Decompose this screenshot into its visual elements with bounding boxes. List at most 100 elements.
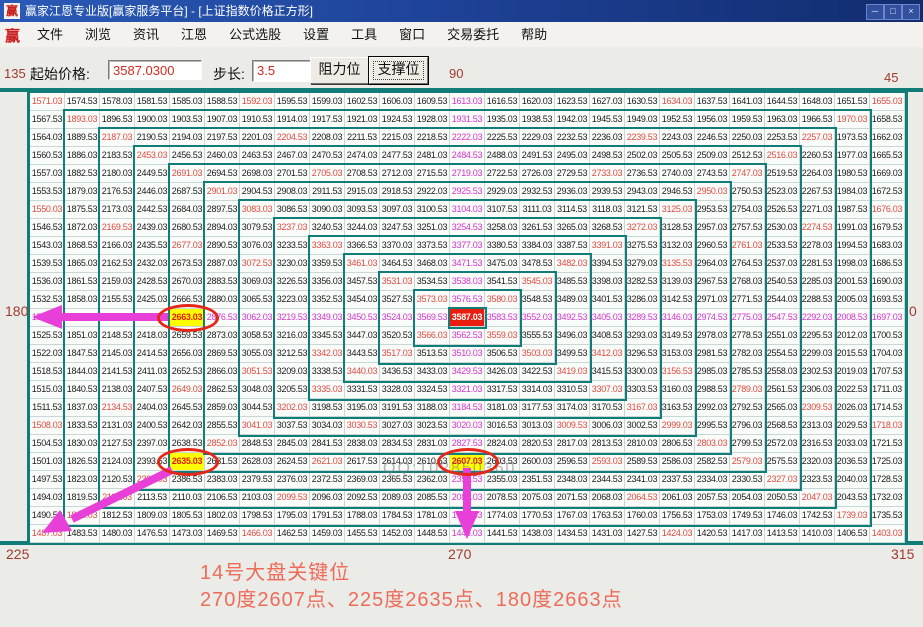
gann-cell: 3429.53: [450, 363, 485, 381]
gann-cell: 2257.03: [800, 129, 835, 147]
gann-cell: 1483.53: [65, 525, 100, 543]
menu-item-4[interactable]: 公式选股: [218, 22, 292, 47]
gann-cell: 2372.53: [310, 471, 345, 489]
gann-cell: 2446.03: [135, 183, 170, 201]
gann-cell: 1907.03: [205, 111, 240, 129]
gann-cell: 3293.03: [625, 327, 660, 345]
gann-cell: 1665.53: [870, 147, 905, 165]
gann-cell: 2509.03: [695, 147, 730, 165]
gann-cell: 2323.53: [800, 471, 835, 489]
gann-cell: 3461.03: [345, 255, 380, 273]
gann-cell: 3156.53: [660, 363, 695, 381]
gann-cell: 1564.03: [30, 129, 65, 147]
gann-cell: 1445.03: [450, 525, 485, 543]
step-value: 3.5: [257, 63, 275, 78]
gann-cell: 3226.53: [275, 273, 310, 291]
center-price-cell[interactable]: 3587.03: [450, 309, 485, 327]
gann-cell: 1616.53: [485, 93, 520, 111]
gann-cell: 2628.03: [240, 453, 275, 471]
gann-cell: 1861.53: [65, 273, 100, 291]
minimize-button[interactable]: ─: [866, 4, 884, 20]
gann-cell: 2411.03: [135, 363, 170, 381]
gann-cell: 2134.53: [100, 399, 135, 417]
gann-cell: 1886.03: [65, 147, 100, 165]
menu-item-5[interactable]: 设置: [292, 22, 340, 47]
gann-cell: 2771.53: [730, 291, 765, 309]
gann-cell: 3447.03: [345, 327, 380, 345]
menu-item-9[interactable]: 帮助: [510, 22, 558, 47]
gann-cell: 3412.03: [590, 345, 625, 363]
gann-cell: 1420.53: [695, 525, 730, 543]
gann-cell: 3405.03: [590, 309, 625, 327]
start-price-input[interactable]: [108, 60, 202, 80]
menu-item-0[interactable]: 文件: [26, 22, 74, 47]
gann-cell: 2582.53: [695, 453, 730, 471]
gann-cell: 3440.03: [345, 363, 380, 381]
app-window: 赢 赢家江恩专业版[赢家服务平台] - [上证指数价格正方形] ─ □ × 赢 …: [0, 0, 923, 627]
gann-cell: 2474.03: [345, 147, 380, 165]
gann-cell: 2421.53: [135, 309, 170, 327]
close-button[interactable]: ×: [902, 4, 920, 20]
gann-cell: 2050.53: [765, 489, 800, 507]
gann-cell: 1707.53: [870, 363, 905, 381]
gann-cell: 1634.03: [660, 93, 695, 111]
angle-label-180: 180: [5, 303, 28, 319]
gann-cell: 3111.03: [520, 201, 555, 219]
menu-item-8[interactable]: 交易委托: [436, 22, 510, 47]
gann-cell: 1746.03: [765, 507, 800, 525]
gann-cell: 3170.53: [590, 399, 625, 417]
gann-cell: 3552.03: [520, 309, 555, 327]
gann-cell: 1739.03: [835, 507, 870, 525]
gann-cell: 1532.53: [30, 291, 65, 309]
gann-cell: 2544.03: [765, 291, 800, 309]
gann-cell: 2708.53: [345, 165, 380, 183]
resistance-button[interactable]: 阻力位: [310, 57, 369, 84]
gann-cell: 3576.53: [450, 291, 485, 309]
gann-cell: 2600.03: [520, 453, 555, 471]
gann-cell: 3513.53: [415, 345, 450, 363]
menu-item-3[interactable]: 江恩: [170, 22, 218, 47]
gann-cell: 2390.03: [135, 471, 170, 489]
menu-item-7[interactable]: 窗口: [388, 22, 436, 47]
gann-cell: 2295.53: [800, 327, 835, 345]
key-level-cell[interactable]: 2663.03: [170, 309, 205, 327]
gann-cell: 2484.53: [450, 147, 485, 165]
gann-cell: 2369.03: [345, 471, 380, 489]
gann-cell: 1784.53: [380, 507, 415, 525]
menu-item-1[interactable]: 浏览: [74, 22, 122, 47]
gann-cell: 1767.03: [555, 507, 590, 525]
menu-item-2[interactable]: 资讯: [122, 22, 170, 47]
gann-cell: 1529.03: [30, 309, 65, 327]
gann-cell: 2946.53: [660, 183, 695, 201]
gann-cell: 2099.53: [275, 489, 310, 507]
gann-cell: 3342.03: [310, 345, 345, 363]
gann-cell: 1627.03: [590, 93, 625, 111]
gann-cell: 1455.53: [345, 525, 380, 543]
gann-cell: 3496.03: [555, 327, 590, 345]
gann-cell: 2404.03: [135, 399, 170, 417]
key-level-cell[interactable]: 2635.03: [170, 453, 205, 471]
key-level-cell[interactable]: 2607.03: [450, 453, 485, 471]
gann-cell: 1602.53: [345, 93, 380, 111]
gann-cell: 2477.53: [380, 147, 415, 165]
gann-cell: 3051.53: [240, 363, 275, 381]
maximize-button[interactable]: □: [884, 4, 902, 20]
gann-cell: 1686.53: [870, 255, 905, 273]
gann-cell: 3345.53: [310, 327, 345, 345]
gann-cell: 3366.53: [345, 237, 380, 255]
gann-cell: 2113.53: [135, 489, 170, 507]
gann-cell: 2232.53: [555, 129, 590, 147]
gann-cell: 2589.53: [625, 453, 660, 471]
gann-cell: 2512.53: [730, 147, 765, 165]
gann-cell: 2400.53: [135, 417, 170, 435]
gann-cell: 3464.53: [380, 255, 415, 273]
gann-cell: 2558.03: [765, 363, 800, 381]
gann-cell: 3209.03: [275, 363, 310, 381]
menu-item-6[interactable]: 工具: [340, 22, 388, 47]
gann-cell: 2495.03: [555, 147, 590, 165]
gann-cell: 2810.03: [625, 435, 660, 453]
gann-cell: 3310.53: [555, 381, 590, 399]
gann-cell: 2516.03: [765, 147, 800, 165]
support-button[interactable]: 支撑位: [369, 57, 428, 84]
gann-cell: 3314.03: [520, 381, 555, 399]
